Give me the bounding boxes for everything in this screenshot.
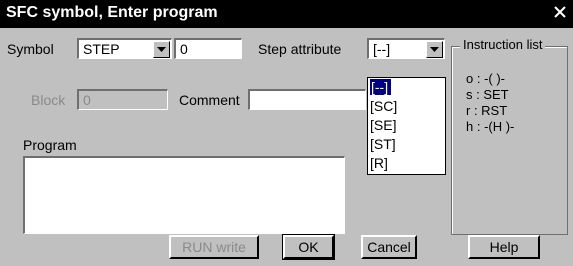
step-attribute-option[interactable]: [--] bbox=[368, 78, 393, 96]
cancel-button[interactable]: Cancel bbox=[361, 235, 417, 259]
instruction-item: s : SET bbox=[466, 87, 509, 102]
program-textarea[interactable] bbox=[23, 156, 345, 234]
symbol-value: STEP bbox=[83, 41, 120, 57]
step-attribute-options-list[interactable]: [--] [SC] [SE] [ST] [R] bbox=[367, 77, 446, 175]
title-bar: SFC symbol, Enter program bbox=[0, 0, 573, 28]
run-write-button[interactable]: RUN write bbox=[169, 235, 259, 259]
symbol-dropdown-button[interactable] bbox=[153, 41, 170, 58]
step-attribute-option[interactable]: [R] bbox=[370, 155, 388, 171]
chevron-down-icon bbox=[157, 47, 166, 52]
comment-label: Comment bbox=[179, 92, 240, 108]
block-field[interactable]: 0 bbox=[77, 89, 168, 110]
help-button[interactable]: Help bbox=[468, 235, 540, 259]
block-value: 0 bbox=[83, 92, 91, 108]
window-title: SFC symbol, Enter program bbox=[6, 4, 218, 21]
symbol-select[interactable]: STEP bbox=[77, 38, 172, 59]
step-number-value: 0 bbox=[180, 41, 188, 57]
step-number-field[interactable]: 0 bbox=[174, 38, 242, 59]
instruction-item: h : -(H )- bbox=[466, 119, 515, 134]
close-icon[interactable] bbox=[553, 5, 567, 19]
instruction-list-title: Instruction list bbox=[460, 37, 546, 52]
symbol-label: Symbol bbox=[7, 41, 54, 57]
step-attribute-option[interactable]: [SE] bbox=[370, 117, 396, 133]
step-attribute-select[interactable]: [--] bbox=[367, 38, 445, 59]
block-label: Block bbox=[31, 92, 66, 108]
program-label: Program bbox=[23, 137, 77, 153]
chevron-down-icon bbox=[430, 47, 439, 52]
instruction-item: r : RST bbox=[466, 103, 508, 118]
instruction-item: o : -( )- bbox=[466, 71, 505, 86]
step-attribute-value: [--] bbox=[373, 41, 391, 57]
step-attribute-dropdown-button[interactable] bbox=[426, 41, 443, 58]
step-attribute-option[interactable]: [ST] bbox=[370, 136, 396, 152]
step-attribute-label: Step attribute bbox=[258, 41, 342, 57]
ok-button[interactable]: OK bbox=[282, 234, 335, 260]
comment-field[interactable] bbox=[248, 89, 366, 110]
step-attribute-option[interactable]: [SC] bbox=[370, 98, 397, 114]
enter-program-dialog: SFC symbol, Enter program Symbol STEP 0 … bbox=[0, 0, 573, 266]
